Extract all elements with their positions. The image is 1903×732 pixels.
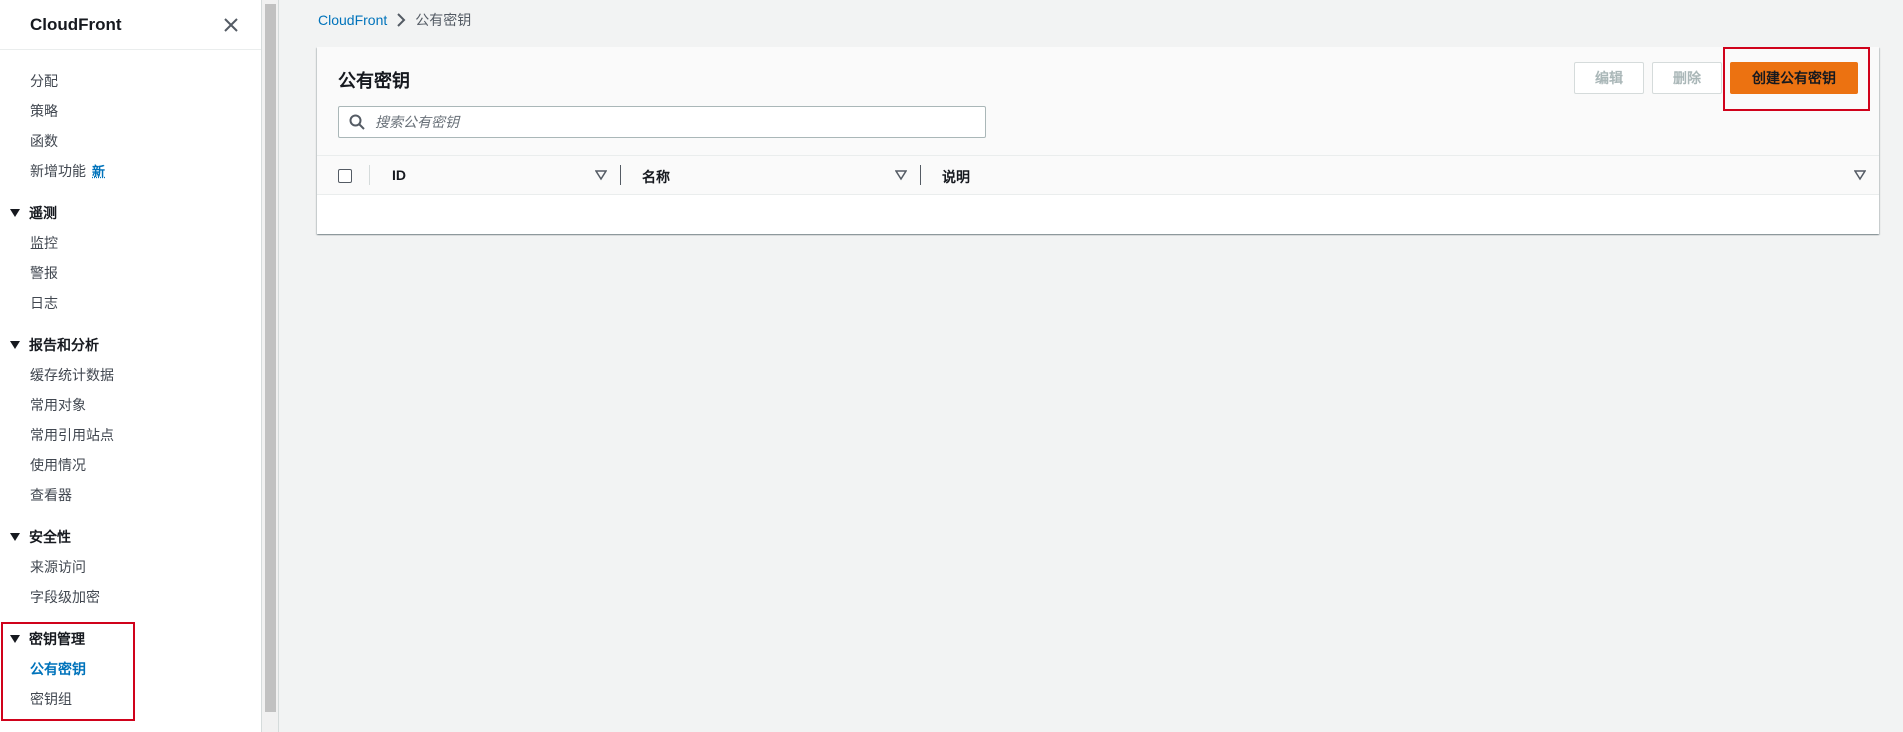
caret-down-icon xyxy=(10,533,20,541)
delete-button[interactable]: 删除 xyxy=(1652,62,1722,94)
select-all-checkbox[interactable] xyxy=(338,169,352,183)
section-label: 遥测 xyxy=(29,205,57,221)
section-label: 报告和分析 xyxy=(29,337,99,353)
annotation-highlight-key-management xyxy=(1,622,135,721)
chevron-right-icon xyxy=(396,13,406,27)
caret-down-icon xyxy=(10,209,20,217)
sidebar-scrollbar[interactable] xyxy=(262,0,279,732)
section-reports[interactable]: 报告和分析 xyxy=(0,330,261,360)
edit-button[interactable]: 编辑 xyxy=(1574,62,1644,94)
section-security[interactable]: 安全性 xyxy=(0,522,261,552)
sidebar-item-policies[interactable]: 策略 xyxy=(0,96,261,126)
sidebar-item-distributions[interactable]: 分配 xyxy=(0,66,261,96)
sidebar-item-alarms[interactable]: 警报 xyxy=(0,258,261,288)
section-telemetry[interactable]: 遥测 xyxy=(0,198,261,228)
close-icon[interactable] xyxy=(221,15,241,35)
sort-icon[interactable] xyxy=(595,169,607,181)
annotation-highlight-create-button xyxy=(1723,47,1870,111)
breadcrumb-current: 公有密钥 xyxy=(415,12,472,28)
breadcrumb-root-link[interactable]: CloudFront xyxy=(318,12,387,28)
page-title: 公有密钥 xyxy=(338,71,410,91)
breadcrumb: CloudFront 公有密钥 xyxy=(318,10,471,30)
sort-icon[interactable] xyxy=(895,169,907,181)
search-icon xyxy=(349,114,365,130)
sidebar-item-monitoring[interactable]: 监控 xyxy=(0,228,261,258)
table-body-empty xyxy=(317,195,1879,234)
search-input[interactable] xyxy=(373,113,973,131)
section-label: 安全性 xyxy=(29,529,71,545)
column-header-id[interactable]: ID xyxy=(392,167,406,183)
sidebar-item-functions[interactable]: 函数 xyxy=(0,126,261,156)
panel-header xyxy=(317,47,1879,155)
sidebar-item-top-referrers[interactable]: 常用引用站点 xyxy=(0,420,261,450)
nav-list: 分配 策略 函数 新增功能新 遥测 监控 警报 日志 报告和分析 缓存统计数据 … xyxy=(0,50,261,714)
sidebar-item-popular-objects[interactable]: 常用对象 xyxy=(0,390,261,420)
sidebar-item-usage[interactable]: 使用情况 xyxy=(0,450,261,480)
side-navigation: CloudFront 分配 策略 函数 新增功能新 遥测 监控 警报 日志 报告… xyxy=(0,0,262,732)
sort-icon[interactable] xyxy=(1854,169,1866,181)
column-resizer[interactable] xyxy=(620,165,621,185)
sidebar-item-logs[interactable]: 日志 xyxy=(0,288,261,318)
column-header-name[interactable]: 名称 xyxy=(642,167,670,187)
new-badge: 新 xyxy=(92,164,106,179)
column-divider xyxy=(369,165,370,185)
sidebar-item-viewers[interactable]: 查看器 xyxy=(0,480,261,510)
sidebar-title[interactable]: CloudFront xyxy=(30,15,122,35)
sidebar-item-cache-statistics[interactable]: 缓存统计数据 xyxy=(0,360,261,390)
sidebar-header: CloudFront xyxy=(0,0,261,50)
column-header-description[interactable]: 说明 xyxy=(942,167,970,187)
table-header: ID 名称 说明 xyxy=(317,155,1879,195)
sidebar-item-label: 新增功能 xyxy=(30,163,86,179)
scrollbar-thumb[interactable] xyxy=(265,4,276,712)
search-field[interactable] xyxy=(338,106,986,138)
sidebar-item-field-level-encryption[interactable]: 字段级加密 xyxy=(0,582,261,612)
column-resizer[interactable] xyxy=(920,165,921,185)
public-keys-table-container: 公有密钥 编辑 删除 创建公有密钥 ID 名称 说明 xyxy=(317,47,1879,234)
sidebar-item-origin-access[interactable]: 来源访问 xyxy=(0,552,261,582)
sidebar-item-whats-new[interactable]: 新增功能新 xyxy=(0,156,261,186)
caret-down-icon xyxy=(10,341,20,349)
